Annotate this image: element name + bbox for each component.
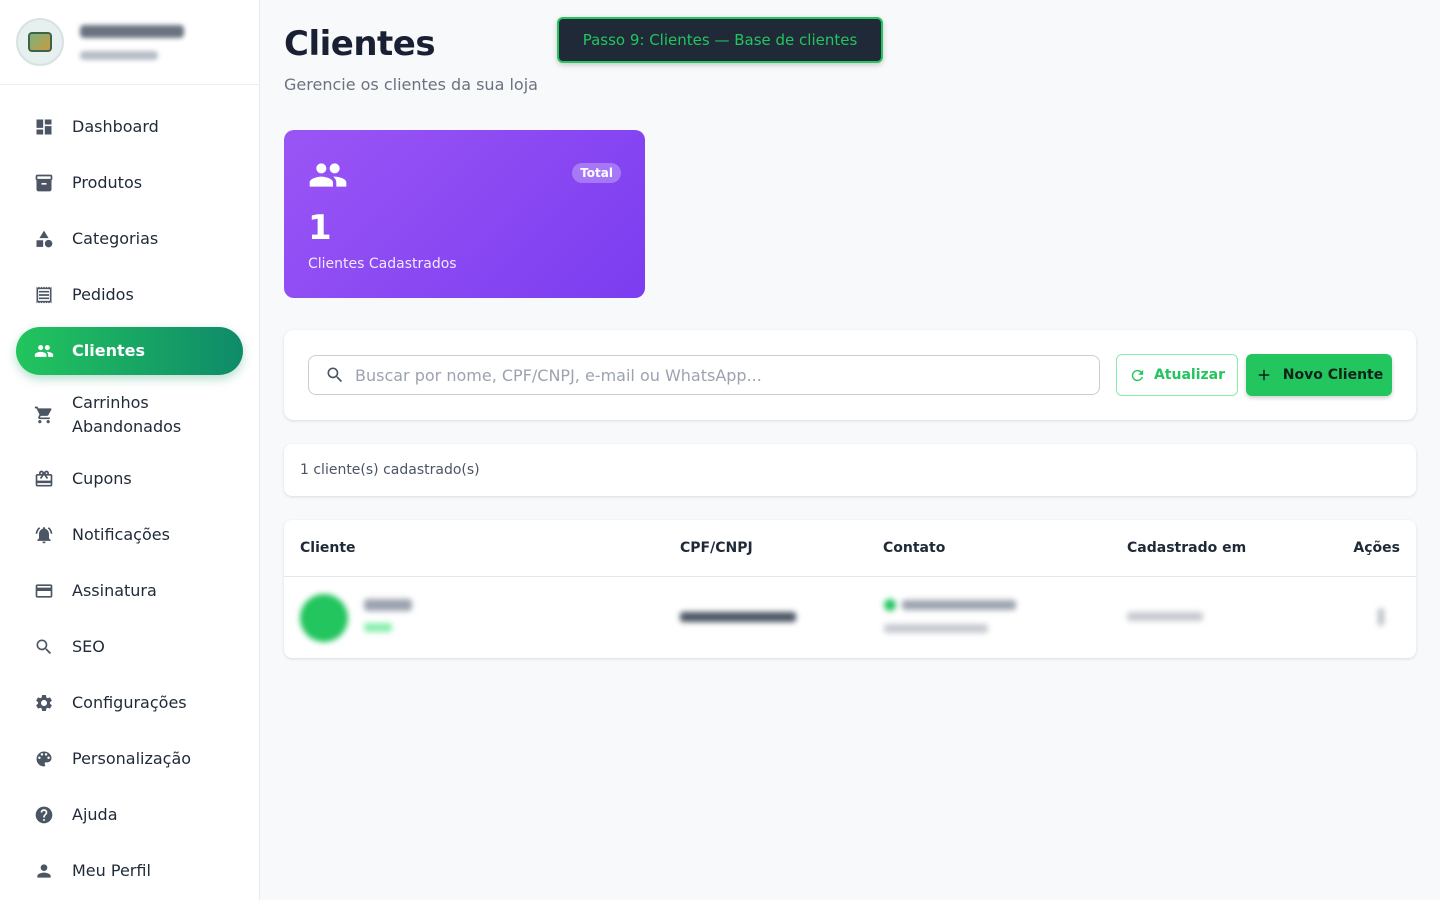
person-icon: [34, 861, 54, 881]
people-icon: [308, 160, 348, 190]
new-client-label: Novo Cliente: [1282, 367, 1384, 383]
sidebar-item-label: Cupons: [72, 469, 132, 488]
search-icon: [34, 637, 54, 657]
sidebar-item-label: SEO: [72, 637, 105, 656]
sidebar-item-personalizacao[interactable]: Personalização: [16, 735, 243, 783]
client-email-redacted: [884, 624, 988, 633]
client-phone-redacted: [902, 600, 1016, 610]
sidebar-item-label: Carrinhos Abandonados: [72, 393, 182, 436]
client-avatar-redacted: [300, 594, 348, 642]
palette-icon: [34, 749, 54, 769]
client-date-redacted: [1127, 612, 1203, 621]
store-profile[interactable]: [0, 0, 259, 85]
client-tag-redacted: [364, 623, 392, 632]
sidebar-item-label: Pedidos: [72, 285, 134, 304]
more-actions-icon[interactable]: [1378, 608, 1384, 626]
column-header-cliente: Cliente: [300, 540, 356, 556]
coupon-icon: [34, 469, 54, 489]
page-subtitle: Gerencie os clientes da sua loja: [284, 75, 538, 94]
receipt-icon: [34, 285, 54, 305]
sidebar-nav: Dashboard Produtos Categorias Pedidos Cl…: [0, 85, 259, 895]
sidebar-item-label: Notificações: [72, 525, 170, 544]
credit-card-icon: [34, 581, 54, 601]
sidebar-item-notificacoes[interactable]: Notificações: [16, 511, 243, 559]
sidebar-item-label: Personalização: [72, 749, 192, 768]
table-row[interactable]: [284, 577, 1416, 657]
client-count-panel: 1 cliente(s) cadastrado(s): [284, 444, 1416, 496]
sidebar-item-pedidos[interactable]: Pedidos: [16, 271, 243, 319]
gear-icon: [34, 693, 54, 713]
sidebar-item-label: Clientes: [72, 341, 145, 360]
plus-icon: [1258, 369, 1269, 381]
total-clients-card: Total 1 Clientes Cadastrados: [284, 130, 645, 298]
total-clients-value: 1: [308, 208, 332, 248]
sidebar-item-ajuda[interactable]: Ajuda: [16, 791, 243, 839]
sidebar-item-carrinhos-abandonados[interactable]: Carrinhos Abandonados: [16, 383, 243, 447]
refresh-button[interactable]: Atualizar: [1116, 354, 1238, 396]
page-title: Clientes: [284, 24, 436, 64]
clients-table: Cliente CPF/CNPJ Contato Cadastrado em A…: [284, 520, 1416, 658]
column-header-acoes: Ações: [1353, 540, 1400, 556]
sidebar-item-categorias[interactable]: Categorias: [16, 215, 243, 263]
sidebar-item-assinatura[interactable]: Assinatura: [16, 567, 243, 615]
sidebar-item-dashboard[interactable]: Dashboard: [16, 103, 243, 151]
shapes-icon: [34, 229, 54, 249]
cart-icon: [34, 405, 54, 425]
search-field[interactable]: [308, 355, 1100, 395]
sidebar-item-clientes[interactable]: Clientes: [16, 327, 243, 375]
search-panel: Atualizar Novo Cliente: [284, 330, 1416, 420]
sidebar-item-label: Produtos: [72, 173, 143, 192]
dashboard-icon: [34, 117, 54, 137]
sidebar-item-configuracoes[interactable]: Configurações: [16, 679, 243, 727]
client-name-redacted: [364, 599, 412, 611]
sidebar-item-label: Configurações: [72, 693, 187, 712]
bell-icon: [34, 525, 54, 545]
total-badge: Total: [572, 163, 621, 183]
sidebar-item-cupons[interactable]: Cupons: [16, 455, 243, 503]
total-clients-label: Clientes Cadastrados: [308, 256, 457, 272]
sidebar-item-meu-perfil[interactable]: Meu Perfil: [16, 847, 243, 895]
sidebar-item-label: Ajuda: [72, 805, 118, 824]
search-input[interactable]: [355, 365, 1075, 385]
column-header-cadastrado-em: Cadastrado em: [1127, 540, 1247, 556]
archive-icon: [34, 173, 54, 193]
new-client-button[interactable]: Novo Cliente: [1246, 354, 1392, 396]
refresh-label: Atualizar: [1153, 367, 1226, 383]
sidebar-item-label: Meu Perfil: [72, 861, 151, 880]
whatsapp-icon: [884, 599, 896, 611]
sidebar: Dashboard Produtos Categorias Pedidos Cl…: [0, 0, 260, 900]
tour-step-badge: Passo 9: Clientes — Base de clientes: [557, 17, 883, 63]
sidebar-item-label: Dashboard: [72, 117, 159, 136]
column-header-contato: Contato: [883, 540, 946, 556]
sidebar-item-produtos[interactable]: Produtos: [16, 159, 243, 207]
client-count-text: 1 cliente(s) cadastrado(s): [300, 462, 480, 478]
client-document-redacted: [680, 612, 796, 622]
store-info-redacted: [80, 24, 184, 60]
column-header-cpf-cnpj: CPF/CNPJ: [680, 540, 753, 556]
search-icon: [327, 367, 343, 383]
help-icon: [34, 805, 54, 825]
sidebar-item-seo[interactable]: SEO: [16, 623, 243, 671]
refresh-icon: [1131, 369, 1144, 381]
people-icon: [34, 341, 54, 361]
sidebar-item-label: Categorias: [72, 229, 159, 248]
sidebar-item-label: Assinatura: [72, 581, 157, 600]
store-avatar: [16, 18, 64, 66]
